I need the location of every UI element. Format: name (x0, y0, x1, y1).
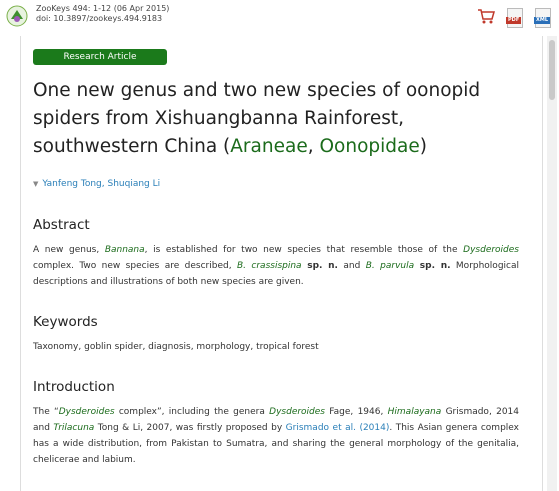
title-line-2: spiders from Xishuangbanna Rainforest, (33, 108, 404, 129)
genus-name[interactable]: Dysderoides (269, 407, 325, 417)
citation: ZooKeys 494: 1-12 (06 Apr 2015) doi: 10.… (36, 4, 169, 24)
title-taxon-oonopidae[interactable]: Oonopidae (319, 136, 419, 157)
author-link[interactable]: Yanfeng Tong (42, 179, 101, 189)
abstract-text: A new genus, Bannana, is established for… (33, 245, 519, 287)
genus-name[interactable]: Bannana (105, 245, 145, 255)
abstract-heading: Abstract (33, 217, 90, 233)
keywords-heading: Keywords (33, 314, 98, 330)
pdf-tag: PDF (506, 17, 522, 24)
species-name[interactable]: B. parvula (366, 261, 414, 271)
scrollbar-thumb[interactable] (549, 40, 555, 100)
citation-journal: ZooKeys 494: 1-12 (06 Apr 2015) (36, 4, 170, 13)
keywords-section: Keywords Taxonomy, goblin spider, diagno… (33, 314, 519, 355)
expand-authors-icon[interactable]: ▼ (33, 180, 38, 188)
page-header: ZooKeys 494: 1-12 (06 Apr 2015) doi: 10.… (0, 0, 559, 36)
article-content: Research Article One new genus and two n… (33, 44, 519, 468)
title-close: ) (419, 136, 427, 157)
genus-name[interactable]: Himalayana (388, 407, 442, 417)
zookeys-logo-icon[interactable] (6, 5, 28, 27)
genus-name[interactable]: Trilacuna (53, 423, 94, 433)
shopping-cart-icon[interactable] (477, 8, 495, 24)
title-separator: , (307, 136, 320, 157)
article-title: One new genus and two new species of oon… (33, 77, 519, 161)
reference-link[interactable]: Grismado et al. (2014) (286, 423, 390, 433)
scrollbar[interactable] (547, 36, 557, 491)
keywords-text: Taxonomy, goblin spider, diagnosis, morp… (33, 342, 319, 352)
citation-doi[interactable]: doi: 10.3897/zookeys.494.9183 (36, 14, 169, 24)
genus-name[interactable]: Dysderoides (59, 407, 115, 417)
title-line-1: One new genus and two new species of oon… (33, 80, 481, 101)
article-type-badge: Research Article (33, 49, 167, 65)
xml-tag: XML (534, 17, 551, 24)
toolbar: PDF XML (477, 8, 551, 28)
author-link[interactable]: Shuqiang Li (107, 179, 160, 189)
genus-name[interactable]: Dysderoides (463, 245, 519, 255)
abstract-section: Abstract A new genus, Bannana, is establ… (33, 217, 519, 290)
introduction-section: Introduction The “Dysderoides complex”, … (33, 379, 519, 468)
species-name[interactable]: B. crassispina (237, 261, 302, 271)
title-line-3: southwestern China ( (33, 136, 231, 157)
pdf-download-icon[interactable]: PDF (506, 8, 523, 28)
introduction-heading: Introduction (33, 379, 115, 395)
title-taxon-araneae[interactable]: Araneae (230, 136, 307, 157)
introduction-text: The “Dysderoides complex”, including the… (33, 407, 520, 465)
author-list: ▼ Yanfeng Tong, Shuqiang Li (33, 179, 519, 189)
xml-download-icon[interactable]: XML (534, 8, 551, 28)
